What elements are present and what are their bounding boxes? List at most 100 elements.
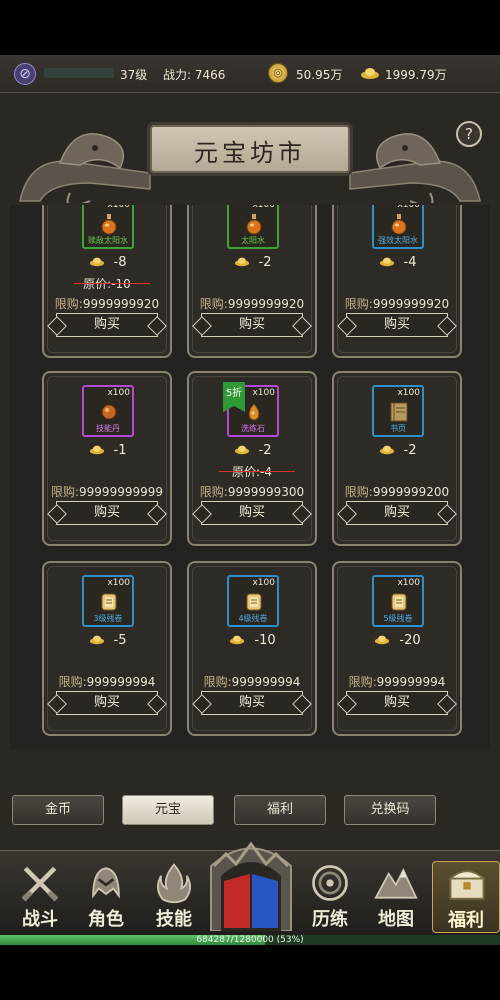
shop-item-card[interactable]: x100 书页 -2 限购:9999999200 购买	[332, 371, 462, 546]
tab-3[interactable]: 福利	[234, 795, 326, 825]
item-name: 技能丹	[96, 424, 120, 433]
item-quantity: x100	[107, 578, 130, 588]
spiral-icon	[312, 865, 348, 901]
combat-power: 战力: 7466	[163, 68, 226, 82]
purchase-limit: 限购:9999999200	[334, 483, 460, 500]
buy-button[interactable]: 购买	[56, 691, 158, 715]
game-screen: ⊘ 37级 战力: 7466 ◎ 50.95万 1999.79万 元宝坊市 ? …	[0, 55, 500, 945]
purchase-limit: 限购:99999999999	[44, 483, 170, 500]
gold-ingot-icon	[379, 257, 394, 267]
nav-item-5[interactable]: 地图	[362, 861, 430, 933]
shop-item-card[interactable]: x100 太阳水 -2 限购:9999999920 购买	[187, 205, 317, 358]
tab-4[interactable]: 兑换码	[344, 795, 436, 825]
price-value: -8	[113, 255, 127, 270]
nav-item-2[interactable]: 角色	[72, 861, 140, 933]
shop-item-card[interactable]: x100 强效太阳水 -4 限购:9999999920 购买	[332, 205, 462, 358]
buy-button[interactable]: 购买	[346, 501, 448, 525]
item-price: -20	[334, 633, 460, 651]
buy-button[interactable]: 购买	[346, 691, 448, 715]
shop-item-card[interactable]: x100 4级残卷 -10 限购:999999994 购买	[187, 561, 317, 736]
item-price: -2	[189, 443, 315, 461]
nav-item-1[interactable]: 战斗	[6, 861, 74, 933]
nav-item-6[interactable]: 福利	[432, 861, 500, 933]
item-slot[interactable]: x100 书页	[372, 385, 424, 437]
shop-grid[interactable]: x100 赎敌太阳水 -8 原价:-10 限购:9999999920 购买 x100 太阳水 -…	[10, 205, 490, 750]
nav-label: 战斗	[22, 909, 58, 930]
helmet-icon	[92, 867, 120, 899]
item-price: -2	[334, 443, 460, 461]
purchase-limit-value: 9999999920	[372, 297, 450, 311]
item-slot[interactable]: x100 5级残卷	[372, 575, 424, 627]
gold-coin-icon: ◎	[268, 63, 288, 83]
item-price: -8	[44, 255, 170, 273]
shop-item-card[interactable]: x100 赎敌太阳水 -8 原价:-10 限购:9999999920 购买	[42, 205, 172, 358]
item-slot[interactable]: x100 3级残卷	[82, 575, 134, 627]
item-slot[interactable]: x100 技能丹	[82, 385, 134, 437]
gold-ingot-icon	[89, 635, 104, 645]
strikethrough-line	[74, 283, 150, 284]
player-avatar-icon[interactable]: ⊘	[14, 63, 36, 85]
buy-button[interactable]: 购买	[201, 691, 303, 715]
potion-icon	[391, 214, 407, 235]
purchase-limit: 限购:9999999920	[334, 295, 460, 312]
shop-item-card[interactable]: x100 5级残卷 -20 限购:999999994 购买	[332, 561, 462, 736]
item-slot[interactable]: x100 太阳水	[227, 205, 279, 249]
price-value: -2	[403, 443, 417, 458]
purchase-limit-label: 限购:	[348, 675, 377, 689]
portal-gate-icon[interactable]	[206, 836, 296, 931]
price-value: -10	[254, 633, 276, 648]
buy-button[interactable]: 购买	[56, 501, 158, 525]
gold-ingot-icon	[234, 445, 249, 455]
original-price-label: 原价:	[83, 277, 112, 291]
original-price: 原价:-10	[44, 275, 170, 292]
purchase-limit-value: 9999999920	[227, 297, 305, 311]
gold-ingot-icon	[89, 257, 104, 267]
item-name: 3级残卷	[93, 614, 123, 623]
item-slot[interactable]: x100 洗练石 5折	[223, 382, 279, 437]
nav-item-4[interactable]: 历练	[296, 861, 364, 933]
shop-item-card[interactable]: x100 3级残卷 -5 限购:999999994 购买	[42, 561, 172, 736]
item-quantity: x100	[252, 205, 275, 210]
nav-label: 历练	[312, 909, 348, 930]
item-slot[interactable]: x100 强效太阳水	[372, 205, 424, 249]
gold-ingot-icon	[375, 635, 390, 645]
purchase-limit: 限购:9999999920	[189, 295, 315, 312]
buy-button[interactable]: 购买	[201, 313, 303, 337]
potion-icon	[101, 214, 117, 235]
tab-1[interactable]: 金币	[12, 795, 104, 825]
gold-ingot-icon	[230, 635, 245, 645]
buy-button[interactable]: 购买	[56, 313, 158, 337]
original-price: 原价:-4	[189, 463, 315, 480]
purchase-limit-label: 限购:	[58, 675, 87, 689]
nav-item-3[interactable]: 技能	[140, 861, 208, 933]
item-quantity: x100	[107, 205, 130, 210]
tab-2[interactable]: 元宝	[122, 795, 214, 825]
item-quantity: x100	[252, 388, 275, 398]
purchase-limit-label: 限购:	[199, 297, 228, 311]
item-name: 书页	[390, 424, 406, 433]
nav-label: 地图	[378, 909, 414, 930]
shop-item-card[interactable]: x100 洗练石 5折 -2 原价:-4 限购:9999999300 购买	[187, 371, 317, 546]
buy-button[interactable]: 购买	[346, 313, 448, 337]
player-name-bar	[44, 68, 114, 78]
shop-item-card[interactable]: x100 技能丹 -1 限购:99999999999 购买	[42, 371, 172, 546]
gold-ingot-icon	[89, 445, 104, 455]
nav-label: 角色	[88, 909, 124, 930]
bottom-nav: 战斗 角色 技能 历练 地图 福利	[0, 841, 500, 935]
item-slot[interactable]: x100 赎敌太阳水	[82, 205, 134, 249]
gold-ingot-amount: 1999.79万	[385, 68, 447, 82]
gold-coin-amount: 50.95万	[296, 68, 343, 82]
scroll-icon	[101, 593, 117, 611]
item-name: 洗练石	[241, 424, 265, 433]
help-button[interactable]: ?	[456, 121, 482, 147]
buy-button[interactable]: 购买	[201, 501, 303, 525]
discount-badge: 5折	[223, 382, 245, 412]
purchase-limit-label: 限购:	[54, 297, 83, 311]
status-bar: ⊘ 37级 战力: 7466 ◎ 50.95万 1999.79万	[0, 55, 500, 93]
gold-ingot-icon	[361, 68, 379, 79]
flame-icon	[157, 863, 191, 904]
item-price: -1	[44, 443, 170, 461]
item-slot[interactable]: x100 4级残卷	[227, 575, 279, 627]
treasure-chest-icon	[448, 870, 486, 900]
purchase-limit: 限购:999999994	[334, 673, 460, 690]
